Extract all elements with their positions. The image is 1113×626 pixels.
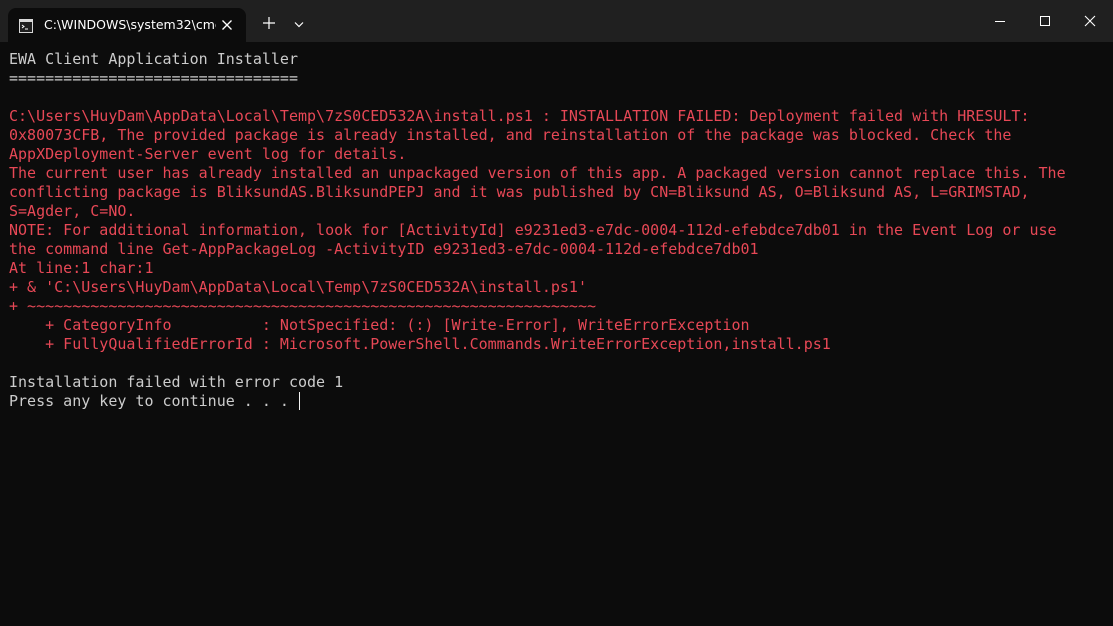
error-line: + & 'C:\Users\HuyDam\AppData\Local\Temp\… (9, 278, 587, 296)
terminal-output[interactable]: EWA Client Application Installer =======… (9, 50, 1105, 411)
error-line: the command line Get-AppPackageLog -Acti… (9, 240, 759, 258)
maximize-icon[interactable] (1022, 0, 1068, 42)
prompt-text: Press any key to continue . . . (9, 392, 298, 410)
error-line: + ~~~~~~~~~~~~~~~~~~~~~~~~~~~~~~~~~~~~~~… (9, 297, 596, 315)
error-line: S=Agder, C=NO. (9, 202, 136, 220)
chevron-down-icon[interactable] (289, 14, 309, 34)
error-line: C:\Users\HuyDam\AppData\Local\Temp\7zS0C… (9, 107, 1030, 125)
error-line: The current user has already installed a… (9, 164, 1066, 182)
terminal-line: ================================ (9, 69, 298, 87)
error-line: + FullyQualifiedErrorId : Microsoft.Powe… (9, 335, 831, 353)
close-icon[interactable] (218, 16, 236, 34)
prompt-line: Press any key to continue . . . (9, 392, 1105, 411)
terminal-line: EWA Client Application Installer (9, 50, 298, 68)
terminal-window: C:\WINDOWS\system32\cmd. EWA Client Appl… (0, 0, 1113, 626)
minimize-icon[interactable] (977, 0, 1023, 42)
error-line: NOTE: For additional information, look f… (9, 221, 1057, 239)
close-icon[interactable] (1067, 0, 1113, 42)
text-cursor (298, 392, 300, 410)
error-line: conflicting package is BliksundAS.Bliksu… (9, 183, 1030, 201)
error-line: At line:1 char:1 (9, 259, 154, 277)
terminal-line: Installation failed with error code 1 (9, 373, 344, 391)
error-line: 0x80073CFB, The provided package is alre… (9, 126, 1012, 144)
console-icon (19, 18, 33, 33)
plus-icon[interactable] (258, 12, 280, 34)
error-line: AppXDeployment-Server event log for deta… (9, 145, 407, 163)
title-bar: C:\WINDOWS\system32\cmd. (0, 0, 1113, 42)
tab-title: C:\WINDOWS\system32\cmd. (44, 17, 216, 32)
tab-cmd[interactable]: C:\WINDOWS\system32\cmd. (8, 8, 246, 42)
error-line: + CategoryInfo : NotSpecified: (:) [Writ… (9, 316, 750, 334)
